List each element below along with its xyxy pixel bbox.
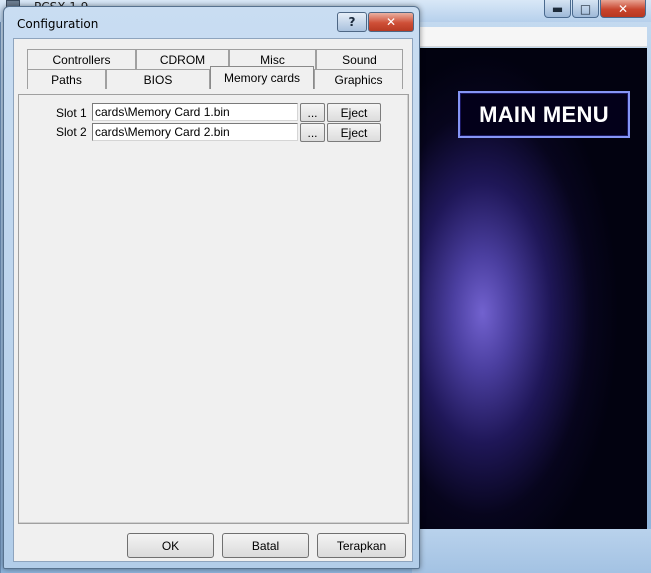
dialog-title: Configuration — [17, 17, 99, 31]
slot-1-browse-button[interactable]: ... — [300, 103, 325, 122]
slot-1-path-field[interactable]: cards\Memory Card 1.bin — [92, 103, 298, 121]
slot-2-label: Slot 2 — [56, 125, 87, 139]
tab-bios[interactable]: BIOS — [106, 69, 210, 89]
slot-2-eject-button[interactable]: Eject — [327, 123, 381, 142]
slot-1-eject-button[interactable]: Eject — [327, 103, 381, 122]
configuration-dialog: Configuration ? ✕ Controllers CDROM Misc… — [3, 6, 420, 569]
memory-cards-panel: Slot 1 cards\Memory Card 1.bin ... Eject… — [18, 94, 409, 524]
emulator-bottom-frame — [412, 529, 651, 573]
slot-2-browse-button[interactable]: ... — [300, 123, 325, 142]
dialog-close-button[interactable]: ✕ — [368, 12, 414, 32]
tab-controllers[interactable]: Controllers — [27, 49, 136, 69]
cancel-button[interactable]: Batal — [222, 533, 309, 558]
apply-button[interactable]: Terapkan — [317, 533, 406, 558]
tab-memory-cards[interactable]: Memory cards — [210, 66, 314, 89]
tab-sound[interactable]: Sound — [316, 49, 403, 69]
emulator-menubar — [412, 27, 647, 47]
minimize-button[interactable]: ▬ — [544, 0, 571, 18]
close-button[interactable]: ✕ — [600, 0, 646, 18]
slot-1-label: Slot 1 — [56, 106, 87, 120]
slot-2-path-field[interactable]: cards\Memory Card 2.bin — [92, 123, 298, 141]
maximize-button[interactable]: □ — [572, 0, 599, 18]
help-button[interactable]: ? — [337, 12, 367, 32]
tab-graphics[interactable]: Graphics — [314, 69, 403, 89]
ok-button[interactable]: OK — [127, 533, 214, 558]
tab-paths[interactable]: Paths — [27, 69, 106, 89]
main-menu-banner: MAIN MENU — [458, 91, 630, 138]
